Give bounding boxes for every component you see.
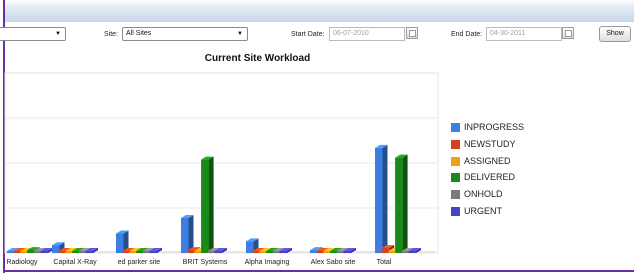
workload-chart: Radiology Capital X-Ray ed parker site BRIT… <box>4 72 439 266</box>
bar-onhold-ed-parker-site <box>142 251 151 253</box>
bar-onhold-capital-x-ray <box>78 251 87 253</box>
bar-assigned-brit-systems <box>194 251 202 253</box>
bar-onhold-alpha-imaging <box>272 251 281 253</box>
bar-inprogress-alex-sabo-site <box>310 250 318 253</box>
x-tick-label: Total <box>377 259 392 266</box>
x-tick-label: Alex Sabo site <box>311 259 356 266</box>
bar-delivered-ed-parker-site <box>136 251 144 253</box>
bar-inprogress-capital-x-ray <box>52 245 60 253</box>
legend-swatch <box>451 139 460 149</box>
bar-newstudy-alex-sabo-site <box>316 251 325 253</box>
x-tick-label: Radiology <box>6 259 38 266</box>
bar-urgent-alpha-imaging <box>279 251 287 253</box>
x-tick-label: Capital X-Ray <box>53 259 97 266</box>
bar-urgent-alex-sabo-site <box>343 251 351 253</box>
bar-onhold-total <box>401 251 410 253</box>
legend-swatch <box>451 123 460 132</box>
bar-delivered-brit-systems-side <box>208 156 214 253</box>
legend-swatch <box>451 206 460 216</box>
bar-inprogress-ed-parker-site <box>116 233 124 253</box>
legend-label: ONHOLD <box>464 189 503 200</box>
bar-delivered-capital-x-ray <box>72 251 80 253</box>
bar-assigned-alpha-imaging <box>259 251 267 253</box>
bar-assigned-capital-x-ray <box>65 251 73 253</box>
bar-delivered-brit-systems <box>201 159 209 253</box>
bar-delivered-total-side <box>402 154 408 253</box>
bar-assigned-alex-sabo-site <box>323 251 331 253</box>
bar-delivered-alpha-imaging <box>266 251 274 253</box>
x-tick-label: BRIT Systems <box>183 259 228 266</box>
bar-assigned-ed-parker-site <box>129 251 137 253</box>
bar-onhold-brit-systems <box>207 251 216 253</box>
bar-newstudy-capital-x-ray <box>58 251 67 253</box>
bar-delivered-alex-sabo-site <box>330 251 338 253</box>
legend-swatch <box>451 156 460 166</box>
bar-inprogress-alpha-imaging <box>246 241 254 253</box>
bar-urgent-brit-systems <box>214 251 222 253</box>
x-tick-label: ed parker site <box>118 259 161 266</box>
legend-label: URGENT <box>464 205 502 216</box>
bar-onhold-radiology <box>33 251 42 253</box>
legend-label: NEWSTUDY <box>464 138 516 149</box>
bar-assigned-total <box>388 251 396 253</box>
legend-label: DELIVERED <box>464 172 516 183</box>
legend-label: INPROGRESS <box>464 122 525 132</box>
bar-delivered-radiology <box>27 250 35 253</box>
legend-swatch <box>451 173 460 183</box>
bar-onhold-alex-sabo-site <box>336 251 345 253</box>
bar-inprogress-brit-systems <box>181 217 189 253</box>
legend-swatch <box>451 190 460 200</box>
legend-label: ASSIGNED <box>464 155 511 166</box>
bar-inprogress-total <box>375 147 383 253</box>
bar-inprogress-radiology <box>7 251 15 253</box>
bar-newstudy-brit-systems <box>187 250 196 253</box>
bar-newstudy-radiology <box>13 251 22 253</box>
bar-newstudy-alpha-imaging <box>252 251 261 253</box>
bar-newstudy-ed-parker-site <box>122 251 131 253</box>
bar-urgent-ed-parker-site <box>149 251 157 253</box>
x-tick-label: Alpha Imaging <box>245 259 290 266</box>
bar-assigned-radiology <box>20 251 28 253</box>
bar-urgent-capital-x-ray <box>85 251 93 253</box>
bar-inprogress-total-side <box>382 144 388 253</box>
bar-delivered-total <box>395 157 403 253</box>
bar-newstudy-total <box>381 248 390 253</box>
bar-urgent-radiology <box>40 251 48 253</box>
bar-urgent-total <box>408 251 416 253</box>
